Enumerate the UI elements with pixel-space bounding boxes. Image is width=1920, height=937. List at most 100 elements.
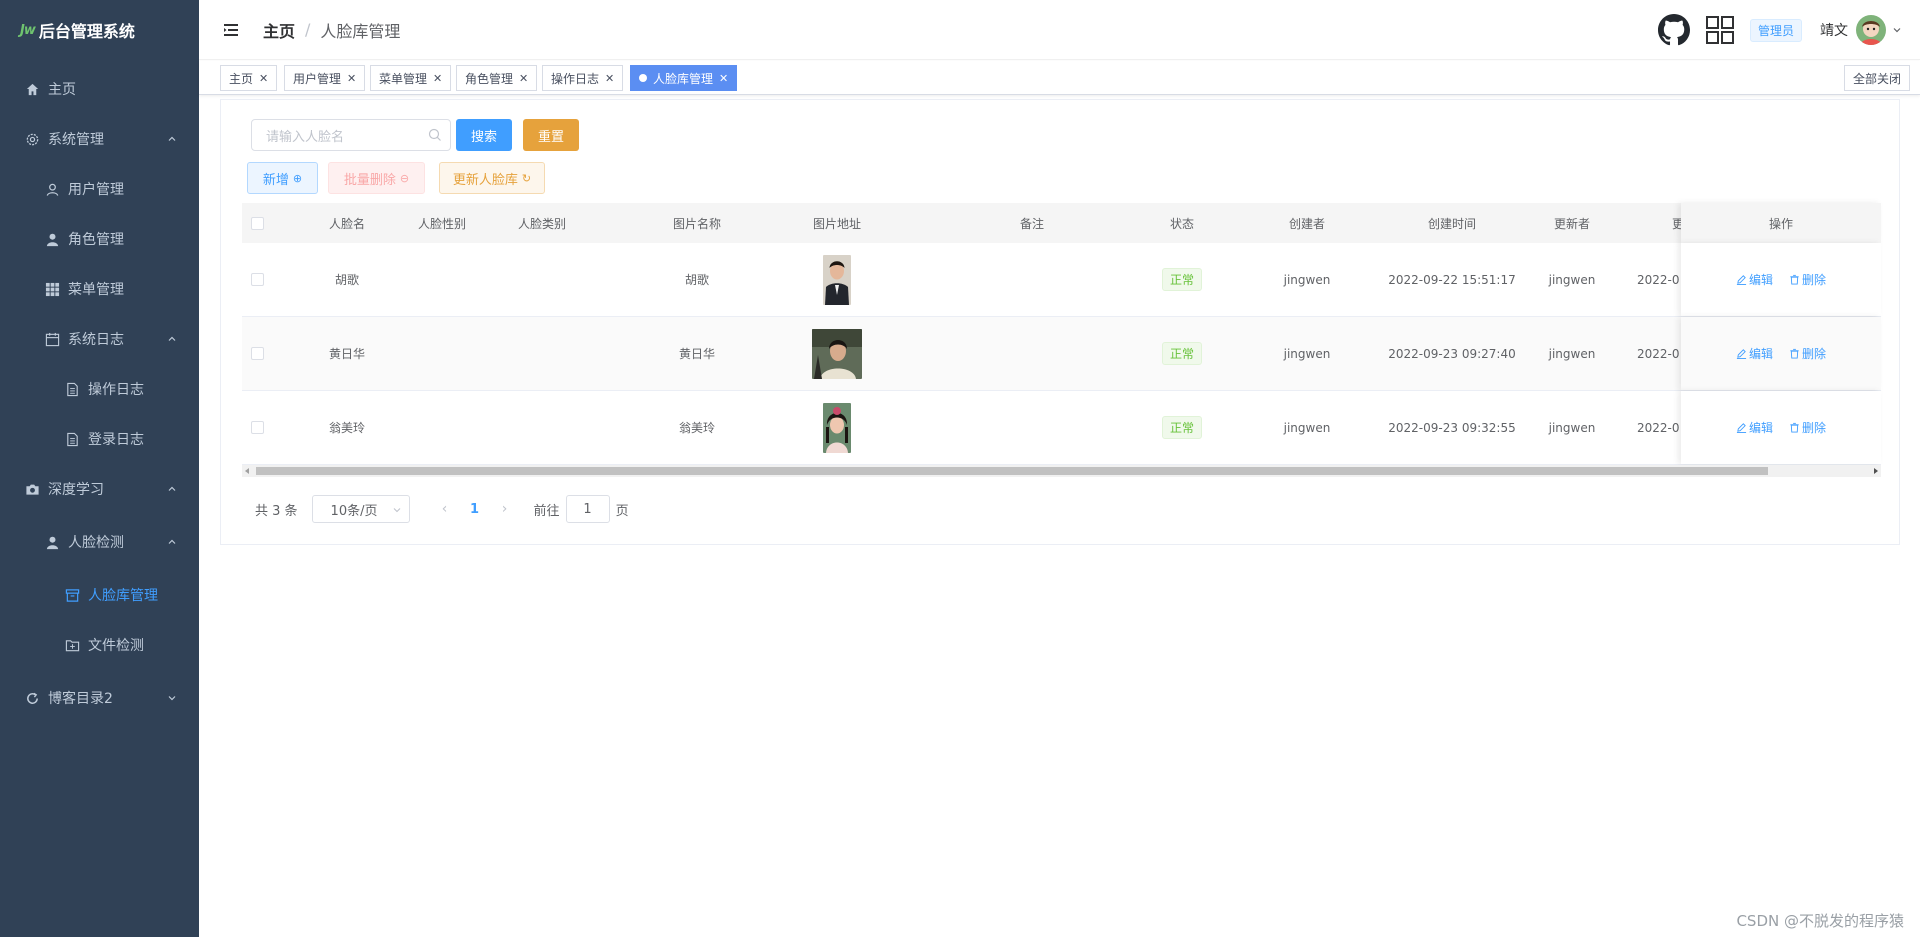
close-icon[interactable]: ✕ <box>719 72 728 85</box>
col-actions-label: 操作 <box>1768 216 1793 231</box>
edit-link[interactable]: 编辑 <box>1736 271 1773 288</box>
edit-icon <box>1736 423 1747 433</box>
row-checkbox[interactable] <box>242 317 272 390</box>
row-checkbox[interactable] <box>242 391 272 464</box>
cell-image-name: 胡歌 <box>684 273 709 287</box>
batch-delete-button[interactable]: 批量删除 ⊖ <box>328 162 425 194</box>
avatar[interactable] <box>1856 15 1886 45</box>
tag-roles[interactable]: 角色管理 ✕ <box>456 65 538 91</box>
edit-link[interactable]: 编辑 <box>1736 345 1773 362</box>
search-icon <box>428 128 441 141</box>
face-thumbnail[interactable] <box>802 243 872 316</box>
sidebar-item-blog[interactable]: 博客目录2 <box>0 670 199 726</box>
username[interactable]: 靖文 <box>1820 20 1848 40</box>
cell-image-name: 黄日华 <box>678 347 715 361</box>
document-icon <box>64 381 80 397</box>
add-button[interactable]: 新增 ⊕ <box>247 162 318 194</box>
col-image-url: 图片地址 <box>812 216 861 231</box>
app-title: 后台管理系统 <box>38 22 135 41</box>
edit-label: 编辑 <box>1748 273 1773 287</box>
next-page-button[interactable]: › <box>490 501 520 517</box>
edit-link[interactable]: 编辑 <box>1736 419 1773 436</box>
sidebar-item-system-log[interactable]: 系统日志 <box>0 314 199 364</box>
col-actions: 操作 <box>1681 203 1881 243</box>
page-size-select[interactable]: 10条/页 <box>311 495 410 523</box>
close-icon[interactable]: ✕ <box>605 72 614 85</box>
page-number-current[interactable]: 1 <box>460 502 490 517</box>
table-horizontal-scrollbar[interactable] <box>242 465 1881 477</box>
tags-view: 主页 ✕ 用户管理 ✕ 菜单管理 ✕ 角色管理 ✕ 操作日志 ✕ 人脸库管理 ✕ 全部关闭 <box>199 61 1920 95</box>
cell-name: 黄日华 <box>328 347 365 361</box>
layout-grid-icon[interactable] <box>1704 14 1736 46</box>
cell-created-at: 2022-09-23 09:27:40 <box>1388 346 1516 361</box>
sidebar-item-users[interactable]: 用户管理 <box>0 164 199 214</box>
col-category: 人脸类别 <box>517 216 566 231</box>
cell-updated-at: 2022-0 <box>1637 420 1680 435</box>
cell-creator: jingwen <box>1283 346 1331 361</box>
github-icon[interactable] <box>1657 14 1690 46</box>
tag-label: 菜单管理 <box>379 71 428 86</box>
status-badge: 正常 <box>1161 416 1202 439</box>
prev-page-button[interactable]: ‹ <box>430 501 460 517</box>
close-icon[interactable]: ✕ <box>519 72 528 85</box>
folder-add-icon <box>64 637 80 653</box>
close-icon[interactable]: ✕ <box>347 72 356 85</box>
close-icon[interactable]: ✕ <box>433 72 442 85</box>
sidebar-item-face-library[interactable]: 人脸库管理 <box>0 570 199 620</box>
status-badge: 正常 <box>1161 268 1202 291</box>
tag-home[interactable]: 主页 ✕ <box>220 65 278 91</box>
breadcrumb-home[interactable]: 主页 <box>263 18 295 42</box>
select-all-checkbox[interactable] <box>242 203 272 243</box>
sidebar: Jw 后台管理系统 主页 系统管理 用户管理 角色管理 菜单管理 系统日志 操作… <box>0 0 199 937</box>
edit-label: 编辑 <box>1748 421 1773 435</box>
delete-link[interactable]: 删除 <box>1789 271 1826 288</box>
scroll-right-icon[interactable] <box>1874 468 1878 474</box>
delete-link[interactable]: 删除 <box>1789 419 1826 436</box>
breadcrumb-separator: / <box>305 20 311 39</box>
cell-name: 翁美玲 <box>328 421 365 435</box>
tag-operation-log[interactable]: 操作日志 ✕ <box>542 65 624 91</box>
sidebar-item-home[interactable]: 主页 <box>0 64 199 114</box>
sidebar-item-operation-log[interactable]: 操作日志 <box>0 364 199 414</box>
refresh-icon <box>24 690 40 706</box>
delete-link[interactable]: 删除 <box>1789 345 1826 362</box>
tag-label: 操作日志 <box>551 71 600 86</box>
scrollbar-thumb[interactable] <box>256 467 1768 475</box>
scroll-left-icon[interactable] <box>245 468 249 474</box>
close-icon[interactable]: ✕ <box>259 72 268 85</box>
grid-menu-icon <box>44 281 60 297</box>
col-updater: 更新者 <box>1553 216 1590 231</box>
sidebar-item-system[interactable]: 系统管理 <box>0 114 199 164</box>
face-thumbnail[interactable] <box>802 391 872 464</box>
chevron-down-icon[interactable] <box>1892 25 1902 35</box>
row-checkbox[interactable] <box>242 243 272 316</box>
sidebar-item-login-log[interactable]: 登录日志 <box>0 414 199 464</box>
goto-suffix: 页 <box>615 503 629 519</box>
sidebar-item-deep-learning[interactable]: 深度学习 <box>0 464 199 514</box>
sidebar-item-label: 主页 <box>48 82 76 98</box>
tag-menus[interactable]: 菜单管理 ✕ <box>370 65 452 91</box>
sidebar-item-label: 深度学习 <box>48 482 104 498</box>
sidebar-item-file-detect[interactable]: 文件检测 <box>0 620 199 670</box>
chevron-down-icon <box>168 696 176 701</box>
cell-created-at: 2022-09-22 15:51:17 <box>1388 272 1516 287</box>
sidebar-item-roles[interactable]: 角色管理 <box>0 214 199 264</box>
tag-users[interactable]: 用户管理 ✕ <box>284 65 366 91</box>
reset-button[interactable]: 重置 <box>523 119 579 151</box>
sidebar-item-menus[interactable]: 菜单管理 <box>0 264 199 314</box>
search-button[interactable]: 搜索 <box>456 119 512 151</box>
hamburger-icon[interactable] <box>221 20 241 40</box>
update-library-button[interactable]: 更新人脸库 ↻ <box>439 162 545 194</box>
face-thumbnail[interactable] <box>802 317 872 390</box>
sidebar-logo[interactable]: Jw 后台管理系统 <box>0 0 199 60</box>
camera-icon <box>24 481 40 497</box>
delete-label: 删除 <box>1802 421 1827 435</box>
search-input[interactable]: 请输入人脸名 <box>251 119 451 151</box>
sidebar-item-face-detect[interactable]: 人脸检测 <box>0 514 199 570</box>
face-table: 人脸名 人脸性别 人脸类别 图片名称 图片地址 备注 状态 创建者 创建时间 更… <box>242 203 1881 465</box>
sidebar-item-label: 系统日志 <box>68 332 124 348</box>
goto-page-input[interactable]: 1 <box>565 495 610 523</box>
tag-face-library[interactable]: 人脸库管理 ✕ <box>630 65 738 91</box>
close-all-tags-button[interactable]: 全部关闭 <box>1843 65 1910 91</box>
cell-updater: jingwen <box>1548 346 1596 361</box>
